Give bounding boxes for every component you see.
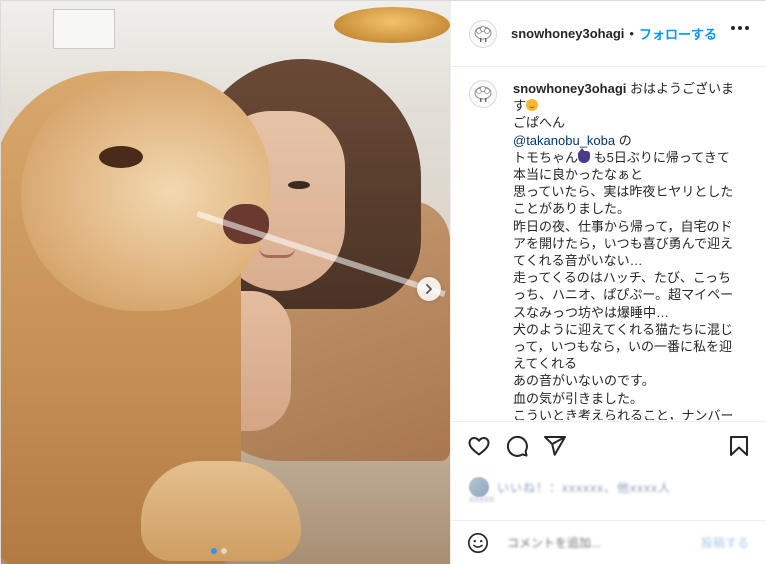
caption-line: あの音がいないのです。 <box>513 373 655 389</box>
post-photo[interactable] <box>1 1 450 564</box>
smiling-face-emoji-icon <box>526 99 539 112</box>
post-side-panel: snowhoney3ohagi • フォローする snowhoney3ohagi… <box>450 1 766 564</box>
comment-button[interactable] <box>505 434 529 458</box>
slide-indicator <box>211 548 227 554</box>
comment-input[interactable] <box>507 535 677 550</box>
send-icon <box>544 436 566 456</box>
caption-line: ごぱへん <box>513 115 566 131</box>
sheep-avatar-icon <box>474 86 492 102</box>
post-actions <box>451 421 766 469</box>
post-timestamp: xxxxx <box>469 494 494 505</box>
caption-username[interactable]: snowhoney3ohagi <box>513 81 626 96</box>
header-username[interactable]: snowhoney3ohagi <box>511 26 624 41</box>
instagram-post: snowhoney3ohagi • フォローする snowhoney3ohagi… <box>0 0 766 564</box>
share-button[interactable] <box>543 434 567 458</box>
photo-air-vent <box>53 9 115 49</box>
chevron-right-icon <box>426 284 432 294</box>
caption-line: 昨日の夜、仕事から帰って，自宅のドアを開けたら，いつも喜び勇んで迎えてくれる音が… <box>513 218 733 269</box>
post-caption: snowhoney3ohagi おはようございます ごぱへん @takanobu… <box>513 80 741 420</box>
caption-line: 血の気が引きました。 <box>513 390 644 406</box>
caption-mention-line: @takanobu_koba の <box>513 132 741 149</box>
caption-line: トモちゃん も5日ぶりに帰ってきて本当に良かったなぁと <box>513 147 741 183</box>
comment-icon <box>506 435 528 457</box>
heart-icon <box>468 437 490 456</box>
user-avatar[interactable] <box>469 19 497 48</box>
mention-link[interactable]: @takanobu_koba <box>513 133 615 148</box>
header-separator: • <box>629 26 634 41</box>
follow-button[interactable]: フォローする <box>639 24 717 43</box>
photo-smile <box>259 248 295 258</box>
likes-text[interactable]: いいね！：xxxxxx、他xxxx人 <box>497 479 671 496</box>
slide-dot-active <box>211 548 217 554</box>
mention-suffix: の <box>615 132 632 148</box>
photo-dog-eye <box>99 146 143 168</box>
next-slide-button[interactable] <box>417 277 441 301</box>
caption-line: こういとき考えられること，ナンバー <box>513 407 734 420</box>
caption-line: 思っていたら、実は昨夜ヒヤリとしたことがありました。 <box>513 184 734 217</box>
caption-text: トモちゃん <box>513 149 579 165</box>
sheep-avatar-icon <box>474 25 492 42</box>
photo-lamp <box>334 7 450 43</box>
bookmark-icon <box>730 436 748 456</box>
likes-summary[interactable]: いいね！：xxxxxx、他xxxx人 <box>469 469 671 505</box>
photo-dog-head <box>21 71 271 311</box>
caption-first-line: snowhoney3ohagi おはようございます <box>513 80 741 114</box>
post-header: snowhoney3ohagi • フォローする <box>451 1 766 67</box>
emoji-smiley-icon[interactable] <box>467 532 489 554</box>
photo-eye-right <box>288 181 310 189</box>
comment-bar: 投稿する <box>451 520 766 564</box>
caption-line: 走ってくるのはハッチ、たび、こっちっち、ハニオ、ぱぴぷー。超マイペースなみっつ坊… <box>513 270 734 320</box>
slide-dot <box>221 548 227 554</box>
caption-scroll-area[interactable]: snowhoney3ohagi おはようございます ごぱへん @takanobu… <box>451 68 766 420</box>
black-cat-emoji-icon <box>578 147 591 163</box>
caption-avatar[interactable] <box>469 80 497 108</box>
like-button[interactable] <box>467 434 491 458</box>
post-comment-button[interactable]: 投稿する <box>701 534 749 551</box>
more-options-button[interactable] <box>731 26 749 30</box>
save-button[interactable] <box>727 434 751 458</box>
caption-line: 犬のように迎えてくれる猫たちに混じって，いつもなら，いの一番に私を迎えてくれる <box>513 321 733 372</box>
more-horizontal-icon <box>731 26 735 30</box>
